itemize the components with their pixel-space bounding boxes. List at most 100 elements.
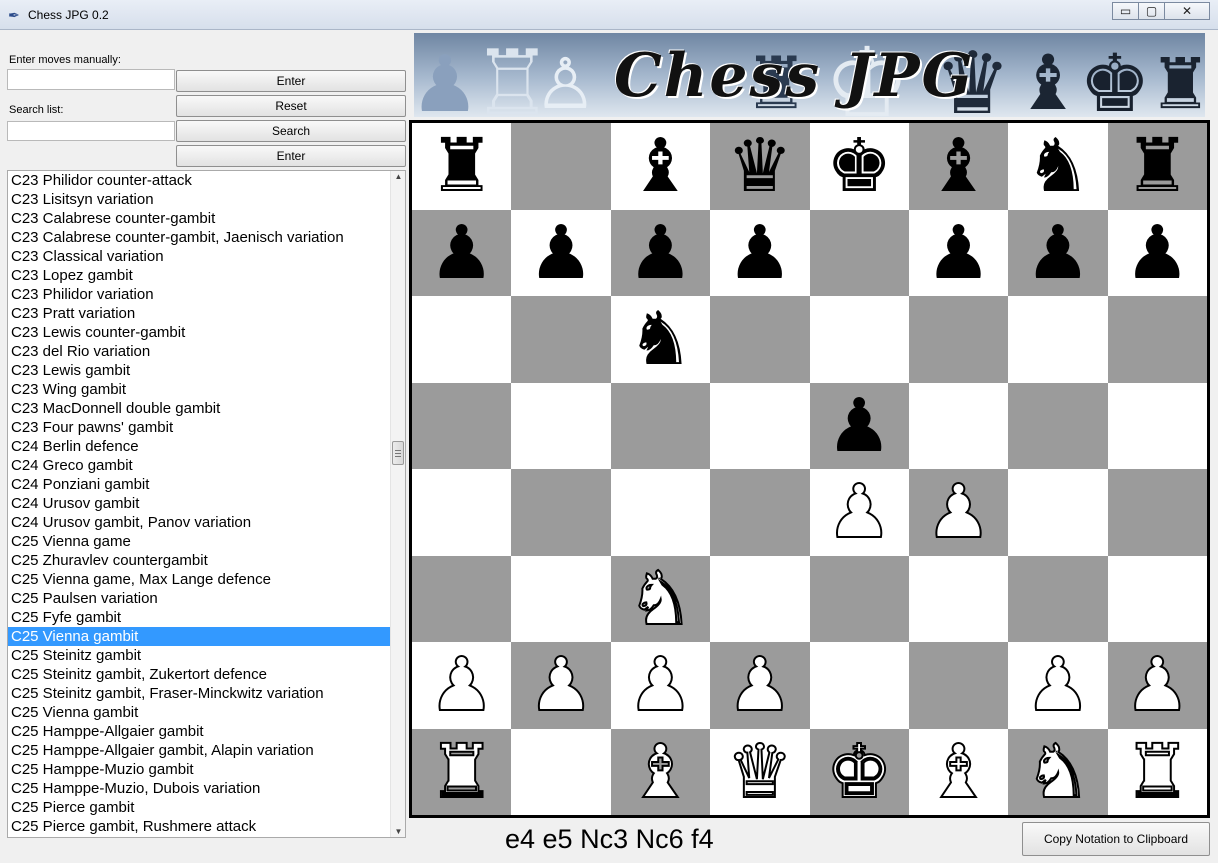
board-square[interactable]	[412, 469, 512, 556]
board-square[interactable]: ♝	[908, 123, 1009, 210]
board-square[interactable]: ♞	[1008, 728, 1108, 815]
list-item[interactable]: C25 Hamppe-Allgaier gambit	[8, 722, 391, 741]
board-square[interactable]: ♞	[610, 555, 711, 642]
board-square[interactable]	[610, 382, 711, 469]
board-square[interactable]	[1008, 296, 1108, 383]
black-pawn-icon[interactable]: ♟	[429, 216, 495, 290]
board-square[interactable]: ♟	[412, 642, 512, 729]
black-pawn-icon[interactable]: ♟	[925, 216, 991, 290]
list-item[interactable]: C23 Wing gambit	[8, 380, 391, 399]
list-item[interactable]: C25 Pierce gambit	[8, 798, 391, 817]
list-item[interactable]: C23 del Rio variation	[8, 342, 391, 361]
list-item[interactable]: C23 Pratt variation	[8, 304, 391, 323]
white-bishop-icon[interactable]: ♝	[924, 734, 992, 810]
list-item[interactable]: C23 Lopez gambit	[8, 266, 391, 285]
white-queen-icon[interactable]: ♛	[726, 734, 794, 810]
list-item[interactable]: C23 Lisitsyn variation	[8, 190, 391, 209]
list-item[interactable]: C24 Urusov gambit	[8, 494, 391, 513]
list-scrollbar[interactable]: ▲ ▼	[390, 171, 405, 837]
board-square[interactable]	[809, 555, 909, 642]
white-pawn-icon[interactable]: ♟	[924, 474, 992, 550]
list-item[interactable]: C25 Hamppe-Muzio gambit	[8, 760, 391, 779]
board-square[interactable]	[908, 296, 1009, 383]
minimize-button[interactable]: ▭	[1112, 2, 1138, 20]
list-item[interactable]: C23 Four pawns' gambit	[8, 418, 391, 437]
board-square[interactable]: ♟	[511, 209, 611, 296]
list-item[interactable]: C24 Ponziani gambit	[8, 475, 391, 494]
chess-board[interactable]: ♜ ♝ ♛ ♚ ♝ ♞ ♜ ♟ ♟ ♟ ♟ ♟ ♟ ♟ ♞ ♟ ♟ ♟ ♞ ♟ ♟ ♟ ♟ ♟ ♟ ♜ ♝ ♛ ♚ ♝ ♞ ♜	[409, 120, 1210, 818]
board-square[interactable]: ♟	[1107, 209, 1207, 296]
board-square[interactable]	[1107, 469, 1207, 556]
board-square[interactable]	[511, 469, 611, 556]
board-square[interactable]: ♟	[610, 209, 711, 296]
board-square[interactable]	[511, 728, 611, 815]
board-square[interactable]: ♟	[412, 209, 512, 296]
black-pawn-icon[interactable]: ♟	[1124, 216, 1190, 290]
list-item[interactable]: C25 Vienna gambit	[8, 627, 391, 646]
list-item[interactable]: C25 Zhuravlev countergambit	[8, 551, 391, 570]
board-square[interactable]: ♟	[908, 469, 1009, 556]
white-pawn-icon[interactable]: ♟	[825, 474, 893, 550]
board-square[interactable]: ♟	[511, 642, 611, 729]
board-square[interactable]	[511, 296, 611, 383]
white-pawn-icon[interactable]: ♟	[1024, 647, 1092, 723]
black-pawn-icon[interactable]: ♟	[1025, 216, 1091, 290]
list-item[interactable]: C23 MacDonnell double gambit	[8, 399, 391, 418]
list-item[interactable]: C25 Fyfe gambit	[8, 608, 391, 627]
black-pawn-icon[interactable]: ♟	[826, 389, 892, 463]
white-bishop-icon[interactable]: ♝	[626, 734, 694, 810]
scroll-down-icon[interactable]: ▼	[394, 827, 403, 836]
black-bishop-icon[interactable]: ♝	[627, 129, 693, 203]
board-square[interactable]: ♜	[412, 123, 512, 210]
black-knight-icon[interactable]: ♞	[1025, 129, 1091, 203]
board-square[interactable]: ♟	[1107, 642, 1207, 729]
board-square[interactable]	[610, 469, 711, 556]
white-king-icon[interactable]: ♚	[825, 734, 893, 810]
list-item[interactable]: C23 Calabrese counter-gambit, Jaenisch v…	[8, 228, 391, 247]
list-item[interactable]: C25 Pierce gambit, Rushmere attack	[8, 817, 391, 836]
board-square[interactable]: ♝	[908, 728, 1009, 815]
list-item[interactable]: C25 Hamppe-Allgaier gambit, Alapin varia…	[8, 741, 391, 760]
enter-selection-button[interactable]: Enter	[176, 145, 406, 167]
list-item[interactable]: C25 Steinitz gambit	[8, 646, 391, 665]
board-square[interactable]	[1107, 382, 1207, 469]
list-item[interactable]: C23 Philidor variation	[8, 285, 391, 304]
white-pawn-icon[interactable]: ♟	[726, 647, 794, 723]
board-square[interactable]: ♛	[710, 728, 810, 815]
openings-list[interactable]: C23 Philidor counter-attack C23 Lisitsyn …	[7, 170, 406, 838]
board-square[interactable]	[710, 382, 810, 469]
board-square[interactable]	[1107, 555, 1207, 642]
list-item[interactable]: C23 Calabrese counter-gambit	[8, 209, 391, 228]
list-item[interactable]: C23 Classical variation	[8, 247, 391, 266]
board-square[interactable]	[809, 642, 909, 729]
board-square[interactable]	[1008, 469, 1108, 556]
white-rook-icon[interactable]: ♜	[1123, 734, 1191, 810]
black-pawn-icon[interactable]: ♟	[528, 216, 594, 290]
white-pawn-icon[interactable]: ♟	[626, 647, 694, 723]
close-button[interactable]: ✕	[1164, 2, 1210, 20]
manual-moves-input[interactable]	[7, 69, 175, 90]
board-square[interactable]: ♟	[809, 469, 909, 556]
list-item[interactable]: C25 Paulsen variation	[8, 589, 391, 608]
board-square[interactable]	[1008, 382, 1108, 469]
board-square[interactable]: ♟	[610, 642, 711, 729]
black-pawn-icon[interactable]: ♟	[727, 216, 793, 290]
board-square[interactable]	[1107, 296, 1207, 383]
board-square[interactable]: ♟	[1008, 209, 1108, 296]
maximize-button[interactable]: ▢	[1138, 2, 1164, 20]
black-pawn-icon[interactable]: ♟	[627, 216, 693, 290]
board-square[interactable]: ♟	[710, 209, 810, 296]
black-rook-icon[interactable]: ♜	[1124, 129, 1190, 203]
board-square[interactable]: ♝	[610, 123, 711, 210]
white-knight-icon[interactable]: ♞	[626, 561, 694, 637]
board-square[interactable]	[412, 382, 512, 469]
board-square[interactable]: ♜	[1107, 123, 1207, 210]
board-square[interactable]: ♟	[1008, 642, 1108, 729]
board-square[interactable]: ♟	[710, 642, 810, 729]
board-square[interactable]	[908, 642, 1009, 729]
white-knight-icon[interactable]: ♞	[1024, 734, 1092, 810]
board-square[interactable]	[412, 296, 512, 383]
board-square[interactable]: ♞	[610, 296, 711, 383]
board-square[interactable]	[809, 296, 909, 383]
black-rook-icon[interactable]: ♜	[429, 129, 495, 203]
